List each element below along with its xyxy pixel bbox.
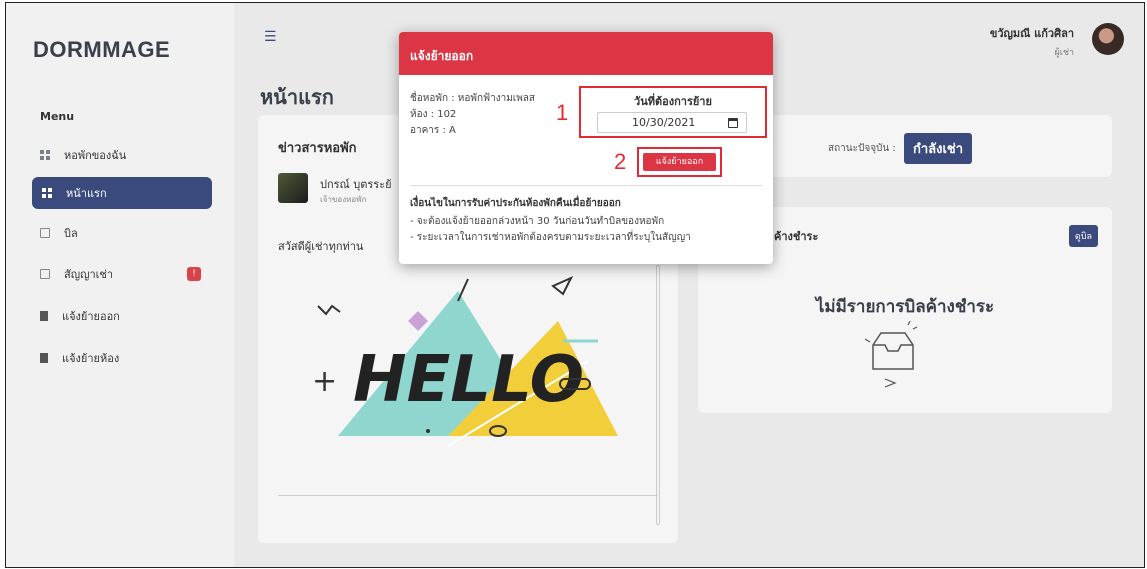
news-title: ข่าวสารหอพัก xyxy=(278,141,357,156)
author-role: เจ้าของหอพัก xyxy=(320,195,367,204)
empty-bill-message: ไม่มีรายการบิลค้างชำระ xyxy=(815,297,995,317)
status-badge: กำลังเช่า xyxy=(904,133,973,164)
sidebar-item-home[interactable]: หน้าแรก xyxy=(32,177,212,209)
modal-title: แจ้งย้ายออก xyxy=(399,32,773,75)
move-date-label: วันที่ต้องการย้าย xyxy=(634,95,712,108)
room-number: ห้อง : 102 xyxy=(410,109,457,120)
grid-icon xyxy=(40,150,50,160)
hello-illustration: + HELLO xyxy=(312,275,618,447)
avatar[interactable] xyxy=(1092,23,1124,55)
user-name: ขวัญมณี แก้วศิลา xyxy=(989,27,1074,40)
submit-move-out-button[interactable]: แจ้งย้ายออก xyxy=(643,153,716,171)
sidebar-item-bill[interactable]: บิล xyxy=(36,217,211,249)
book-icon xyxy=(40,311,48,321)
divider xyxy=(278,495,658,496)
hello-text: HELLO xyxy=(353,343,584,417)
page-title: หน้าแรก xyxy=(260,85,334,109)
sidebar-item-label: สัญญาเช่า xyxy=(64,268,114,281)
divider xyxy=(410,185,762,186)
conditions-title: เงื่อนไขในการรับค่าประกันห้องพักคืนเมื่อ… xyxy=(410,198,621,209)
brand-logo[interactable]: DORMMAGE xyxy=(33,37,170,63)
sidebar-item-label: แจ้งย้ายห้อง xyxy=(62,352,120,365)
building: อาคาร : A xyxy=(410,125,456,136)
sidebar-item-move-room[interactable]: แจ้งย้ายห้อง xyxy=(36,342,211,374)
annotation-box-1: วันที่ต้องการย้าย 10/30/2021 xyxy=(579,86,767,138)
sidebar-item-label: แจ้งย้ายออก xyxy=(62,310,120,323)
menu-label: Menu xyxy=(40,110,75,123)
dorm-info: ชื่อหอพัก : หอพักฟ้างามเพลส ห้อง : 102 อ… xyxy=(410,91,535,139)
condition-item: - จะต้องแจ้งย้ายออกล่วงหน้า 30 วันก่อนวั… xyxy=(410,216,665,227)
sidebar-item-label: หน้าแรก xyxy=(66,187,107,200)
condition-item: - ระยะเวลาในการเช่าหอพักต้องครบตามระยะเว… xyxy=(410,232,691,243)
news-scrollbar[interactable] xyxy=(656,265,660,525)
sidebar-item-label: หอพักของฉัน xyxy=(64,149,127,162)
annotation-1: 1 xyxy=(556,100,569,125)
book-icon xyxy=(40,353,48,363)
author-name: ปกรณ์ บุตรระย้ xyxy=(320,178,392,191)
app-window: DORMMAGE Menu หอพักของฉัน หน้าแรก บิล สั… xyxy=(5,2,1145,568)
user-role: ผู้เช่า xyxy=(1054,48,1074,58)
news-greeting: สวัสดีผู้เช่าทุกท่าน xyxy=(278,240,364,253)
alert-badge: ! xyxy=(187,267,201,281)
sidebar-item-my-dorm[interactable]: หอพักของฉัน xyxy=(36,139,211,171)
move-out-modal: แจ้งย้ายออก ชื่อหอพัก : หอพักฟ้างามเพลส … xyxy=(399,32,773,264)
svg-text:+: + xyxy=(312,364,337,399)
annotation-2: 2 xyxy=(614,149,627,174)
user-info[interactable]: ขวัญมณี แก้วศิลา ผู้เช่า xyxy=(990,24,1074,59)
move-date-value: 10/30/2021 xyxy=(632,116,696,129)
author-avatar xyxy=(278,173,308,203)
grid-icon xyxy=(42,188,52,198)
hamburger-menu-icon[interactable]: ☰ xyxy=(264,29,277,45)
document-icon xyxy=(40,269,50,279)
sidebar-item-label: บิล xyxy=(64,227,78,240)
move-date-input[interactable]: 10/30/2021 xyxy=(597,112,747,133)
empty-inbox-icon xyxy=(864,321,918,388)
document-icon xyxy=(40,228,50,238)
view-bill-button[interactable]: ดูบิล xyxy=(1068,225,1098,247)
calendar-icon[interactable] xyxy=(728,118,738,128)
sidebar-item-lease[interactable]: สัญญาเช่า ! xyxy=(36,258,211,290)
sidebar-item-move-out[interactable]: แจ้งย้ายออก xyxy=(36,300,211,332)
status-label: สถานะปัจจุบัน : xyxy=(828,143,896,154)
annotation-box-2: แจ้งย้ายออก xyxy=(637,147,722,177)
dorm-name: ชื่อหอพัก : หอพักฟ้างามเพลส xyxy=(410,93,536,104)
sidebar: DORMMAGE Menu หอพักของฉัน หน้าแรก บิล สั… xyxy=(6,3,234,567)
bill-title: ค้างชำระ xyxy=(774,230,819,243)
